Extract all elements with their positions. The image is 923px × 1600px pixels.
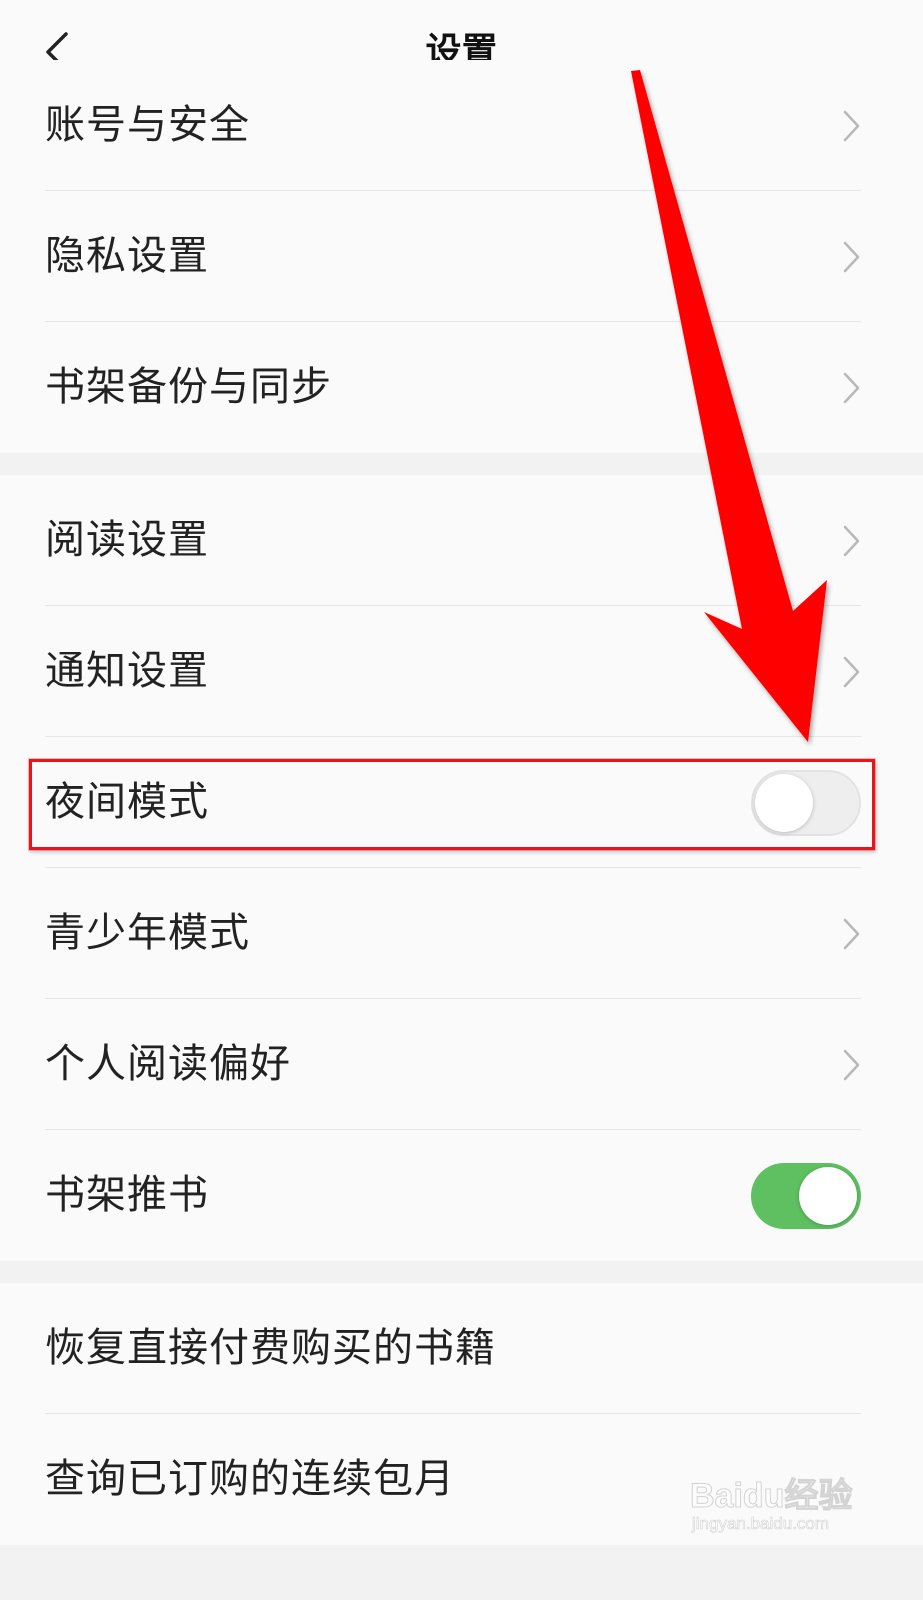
row-label: 查询已订购的连续包月: [45, 1456, 455, 1502]
chevron-right-icon: [843, 372, 860, 403]
row-label: 夜间模式: [45, 779, 209, 825]
night-mode-toggle[interactable]: [751, 769, 861, 836]
settings-row-query-subscription[interactable]: 查询已订购的连续包月: [0, 1414, 923, 1545]
toggle-knob: [755, 773, 813, 832]
chevron-right-icon: [843, 1049, 860, 1080]
settings-row-notifications[interactable]: 通知设置: [0, 606, 923, 737]
row-label: 阅读设置: [45, 517, 209, 563]
chevron-right-icon: [843, 241, 860, 272]
row-label: 恢复直接付费购买的书籍: [45, 1325, 496, 1371]
settings-row-bookshelf-backup[interactable]: 书架备份与同步: [0, 322, 923, 453]
row-label: 个人阅读偏好: [45, 1041, 291, 1087]
row-label: 隐私设置: [45, 233, 209, 279]
chevron-right-icon: [843, 918, 860, 949]
settings-group-purchases: 恢复直接付费购买的书籍 查询已订购的连续包月: [0, 1283, 923, 1545]
chevron-right-icon: [843, 110, 860, 141]
settings-row-bookshelf-recommend[interactable]: 书架推书: [0, 1130, 923, 1261]
row-label: 通知设置: [45, 648, 209, 694]
row-label: 书架备份与同步: [45, 364, 332, 410]
settings-row-privacy[interactable]: 隐私设置: [0, 191, 923, 322]
settings-row-account-security[interactable]: 账号与安全: [0, 60, 923, 191]
bookshelf-recommend-toggle[interactable]: [751, 1162, 861, 1229]
row-label: 书架推书: [45, 1172, 209, 1218]
chevron-right-icon: [843, 525, 860, 556]
row-label: 青少年模式: [45, 910, 250, 956]
row-label: 账号与安全: [45, 102, 250, 148]
settings-row-restore-purchases[interactable]: 恢复直接付费购买的书籍: [0, 1283, 923, 1414]
settings-row-reading-preference[interactable]: 个人阅读偏好: [0, 999, 923, 1130]
settings-row-night-mode[interactable]: 夜间模式: [0, 737, 923, 868]
settings-group-reading: 阅读设置 通知设置 夜间模式 青少年模式 个人阅读偏好 书架推书: [0, 475, 923, 1261]
chevron-right-icon: [843, 656, 860, 687]
settings-group-account: 账号与安全 隐私设置 书架备份与同步: [0, 60, 923, 453]
toggle-knob: [799, 1166, 857, 1225]
settings-row-teen-mode[interactable]: 青少年模式: [0, 868, 923, 999]
settings-row-reading[interactable]: 阅读设置: [0, 475, 923, 606]
